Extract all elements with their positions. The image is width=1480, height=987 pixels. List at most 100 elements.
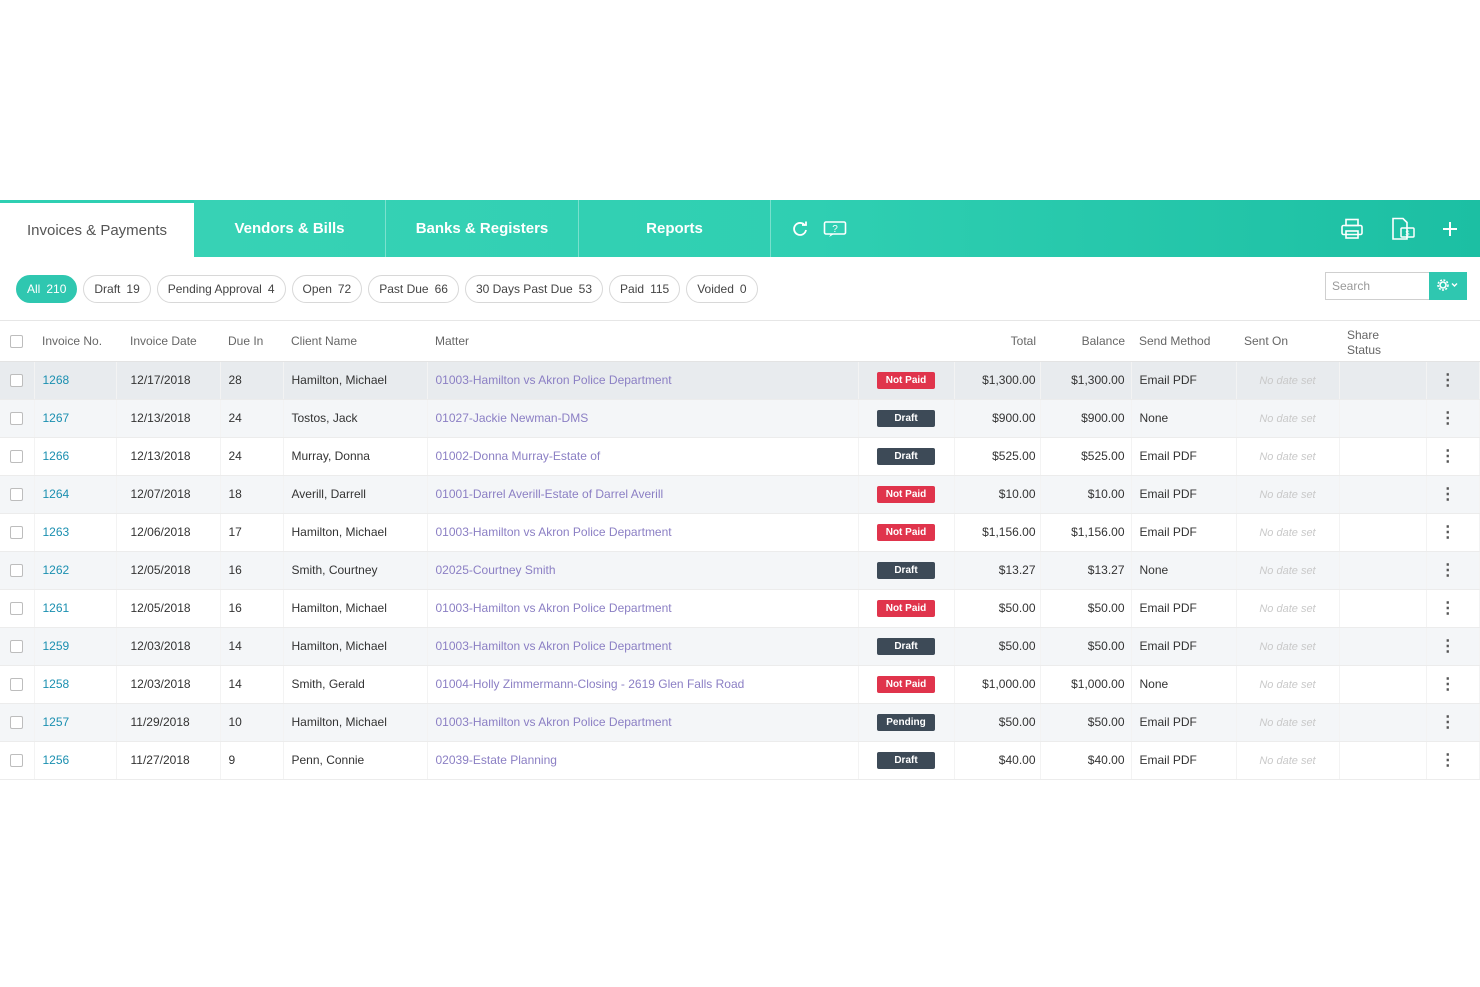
invoice-number-link[interactable]: 1263 bbox=[43, 525, 70, 539]
header-due-in[interactable]: Due In bbox=[220, 321, 283, 362]
matter-link[interactable]: 02039-Estate Planning bbox=[436, 753, 557, 767]
sent-on: No date set bbox=[1259, 375, 1316, 387]
send-method: Email PDF bbox=[1131, 589, 1237, 628]
filter-past-due[interactable]: Past Due 66 bbox=[368, 274, 459, 303]
matter-link[interactable]: 01003-Hamilton vs Akron Police Departmen… bbox=[436, 715, 672, 729]
table-row[interactable]: 1267 12/13/2018 24 Tostos, Jack 01027-Jackie… bbox=[0, 399, 1480, 438]
header-share-label: Share bbox=[1347, 327, 1380, 342]
app: Invoices & Payments Vendors & Bills Bank… bbox=[0, 200, 1480, 780]
tab-reports[interactable]: Reports bbox=[579, 200, 771, 257]
print-icon[interactable] bbox=[1340, 218, 1364, 240]
row-checkbox[interactable] bbox=[10, 564, 23, 578]
refresh-icon[interactable] bbox=[791, 220, 809, 238]
filter-paid[interactable]: Paid 115 bbox=[609, 274, 681, 303]
search-input[interactable] bbox=[1325, 272, 1429, 300]
row-checkbox[interactable] bbox=[10, 678, 23, 692]
table-row[interactable]: 1257 11/29/2018 10 Hamilton, Michael 01003-H… bbox=[0, 703, 1480, 742]
table-row[interactable]: 1261 12/05/2018 16 Hamilton, Michael 01003-H… bbox=[0, 589, 1480, 628]
header-share-status[interactable]: Share Status bbox=[1339, 321, 1426, 362]
row-select-cell bbox=[0, 703, 35, 742]
filter-voided[interactable]: Voided 0 bbox=[686, 274, 758, 303]
kebab-menu-icon[interactable]: ⋮ bbox=[1440, 448, 1456, 465]
table-row[interactable]: 1264 12/07/2018 18 Averill, Darrell 01001-Da… bbox=[0, 475, 1480, 514]
header-total[interactable]: Total bbox=[954, 321, 1040, 362]
invoice-number-link[interactable]: 1256 bbox=[43, 753, 70, 767]
table-row[interactable]: 1259 12/03/2018 14 Hamilton, Michael 01003-H… bbox=[0, 627, 1480, 666]
table-row[interactable]: 1258 12/03/2018 14 Smith, Gerald 01004-Holly… bbox=[0, 665, 1480, 704]
row-menu-cell: ⋮ bbox=[1426, 741, 1480, 780]
filter-label: Past Due bbox=[379, 281, 429, 296]
row-checkbox[interactable] bbox=[10, 412, 23, 426]
invoice-number-link[interactable]: 1267 bbox=[43, 411, 70, 425]
tab-invoices-payments[interactable]: Invoices & Payments bbox=[0, 200, 194, 257]
select-all-checkbox[interactable] bbox=[10, 334, 23, 348]
row-select-cell bbox=[0, 513, 35, 552]
row-checkbox[interactable] bbox=[10, 754, 23, 768]
sent-on: No date set bbox=[1259, 755, 1316, 767]
row-checkbox[interactable] bbox=[10, 640, 23, 654]
invoice-number-link[interactable]: 1261 bbox=[43, 601, 70, 615]
kebab-menu-icon[interactable]: ⋮ bbox=[1440, 372, 1456, 389]
row-checkbox[interactable] bbox=[10, 602, 23, 616]
header-balance[interactable]: Balance bbox=[1040, 321, 1131, 362]
invoice-number-link[interactable]: 1268 bbox=[43, 373, 70, 387]
kebab-menu-icon[interactable]: ⋮ bbox=[1440, 524, 1456, 541]
matter-link[interactable]: 01004-Holly Zimmermann-Closing - 2619 Gl… bbox=[436, 677, 745, 691]
kebab-menu-icon[interactable]: ⋮ bbox=[1440, 714, 1456, 731]
balance: $1,000.00 bbox=[1040, 665, 1132, 704]
matter-cell: 01003-Hamilton vs Akron Police Departmen… bbox=[427, 361, 859, 400]
invoice-number-link[interactable]: 1259 bbox=[43, 639, 70, 653]
kebab-menu-icon[interactable]: ⋮ bbox=[1440, 752, 1456, 769]
row-checkbox[interactable] bbox=[10, 488, 23, 502]
matter-link[interactable]: 01003-Hamilton vs Akron Police Departmen… bbox=[436, 601, 672, 615]
row-checkbox[interactable] bbox=[10, 450, 23, 464]
header-invoice-no[interactable]: Invoice No. bbox=[34, 321, 116, 362]
tab-vendors-bills[interactable]: Vendors & Bills bbox=[194, 200, 386, 257]
filter-draft[interactable]: Draft 19 bbox=[83, 274, 151, 303]
table-row[interactable]: 1263 12/06/2018 17 Hamilton, Michael 01003-H… bbox=[0, 513, 1480, 552]
kebab-menu-icon[interactable]: ⋮ bbox=[1440, 638, 1456, 655]
row-checkbox[interactable] bbox=[10, 716, 23, 730]
row-checkbox[interactable] bbox=[10, 374, 23, 388]
matter-link[interactable]: 01003-Hamilton vs Akron Police Departmen… bbox=[436, 525, 672, 539]
plus-icon[interactable] bbox=[1442, 221, 1458, 237]
toolbar-right-icons: $ bbox=[1340, 200, 1458, 257]
filter-pending-approval[interactable]: Pending Approval 4 bbox=[156, 274, 286, 303]
help-icon[interactable]: ? bbox=[823, 220, 847, 238]
table-row[interactable]: 1256 11/27/2018 9 Penn, Connie 02039-Estate … bbox=[0, 741, 1480, 780]
invoice-number-link[interactable]: 1262 bbox=[43, 563, 70, 577]
matter-cell: 01003-Hamilton vs Akron Police Departmen… bbox=[427, 703, 859, 742]
export-icon[interactable]: $ bbox=[1390, 217, 1416, 241]
invoice-number-link[interactable]: 1257 bbox=[43, 715, 70, 729]
matter-link[interactable]: 01002-Donna Murray-Estate of bbox=[436, 449, 601, 463]
filter-all[interactable]: All 210 bbox=[16, 274, 78, 303]
invoice-number-link[interactable]: 1264 bbox=[43, 487, 70, 501]
header-client-name[interactable]: Client Name bbox=[283, 321, 427, 362]
header-invoice-date[interactable]: Invoice Date bbox=[116, 321, 220, 362]
kebab-menu-icon[interactable]: ⋮ bbox=[1440, 410, 1456, 427]
tab-banks-registers[interactable]: Banks & Registers bbox=[386, 200, 579, 257]
header-sent-on[interactable]: Sent On bbox=[1236, 321, 1339, 362]
header-matter[interactable]: Matter bbox=[427, 321, 858, 362]
invoice-number-link[interactable]: 1258 bbox=[43, 677, 70, 691]
matter-link[interactable]: 01003-Hamilton vs Akron Police Departmen… bbox=[436, 639, 672, 653]
row-menu-cell: ⋮ bbox=[1426, 437, 1480, 476]
toolbar-left-icons: ? bbox=[771, 200, 847, 257]
table-row[interactable]: 1262 12/05/2018 16 Smith, Courtney 02025-Cou… bbox=[0, 551, 1480, 590]
settings-dropdown-button[interactable] bbox=[1429, 272, 1467, 300]
matter-link[interactable]: 02025-Courtney Smith bbox=[436, 563, 556, 577]
matter-link[interactable]: 01027-Jackie Newman-DMS bbox=[436, 411, 589, 425]
matter-link[interactable]: 01003-Hamilton vs Akron Police Departmen… bbox=[436, 373, 672, 387]
table-row[interactable]: 1266 12/13/2018 24 Murray, Donna 01002-Donna… bbox=[0, 437, 1480, 476]
filter-30-days-past-due[interactable]: 30 Days Past Due 53 bbox=[464, 274, 604, 303]
kebab-menu-icon[interactable]: ⋮ bbox=[1440, 562, 1456, 579]
table-row[interactable]: 1268 12/17/2018 28 Hamilton, Michael 01003-H… bbox=[0, 361, 1480, 400]
kebab-menu-icon[interactable]: ⋮ bbox=[1440, 676, 1456, 693]
kebab-menu-icon[interactable]: ⋮ bbox=[1440, 486, 1456, 503]
filter-open[interactable]: Open 72 bbox=[291, 274, 363, 303]
header-send-method[interactable]: Send Method bbox=[1131, 321, 1236, 362]
invoice-number-link[interactable]: 1266 bbox=[43, 449, 70, 463]
row-checkbox[interactable] bbox=[10, 526, 23, 540]
matter-link[interactable]: 01001-Darrel Averill-Estate of Darrel Av… bbox=[436, 487, 664, 501]
kebab-menu-icon[interactable]: ⋮ bbox=[1440, 600, 1456, 617]
